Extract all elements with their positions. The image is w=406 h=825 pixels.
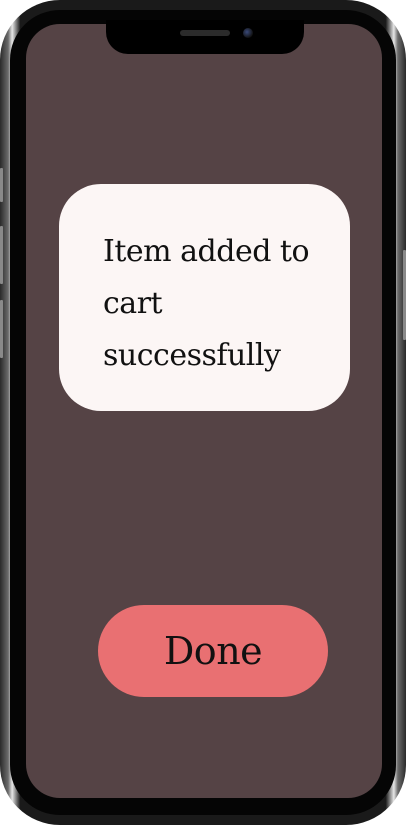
side-button-left bbox=[0, 300, 3, 358]
phone-frame: Item added to cart successfully Done bbox=[0, 0, 406, 825]
toast-message: Item added to cart successfully bbox=[103, 234, 310, 373]
side-button-left bbox=[0, 226, 3, 284]
side-button-left bbox=[0, 168, 3, 202]
front-camera bbox=[243, 28, 253, 38]
success-toast: Item added to cart successfully bbox=[59, 184, 350, 411]
speaker-grille bbox=[180, 30, 230, 36]
notch bbox=[106, 20, 304, 54]
done-button[interactable]: Done bbox=[98, 605, 328, 697]
